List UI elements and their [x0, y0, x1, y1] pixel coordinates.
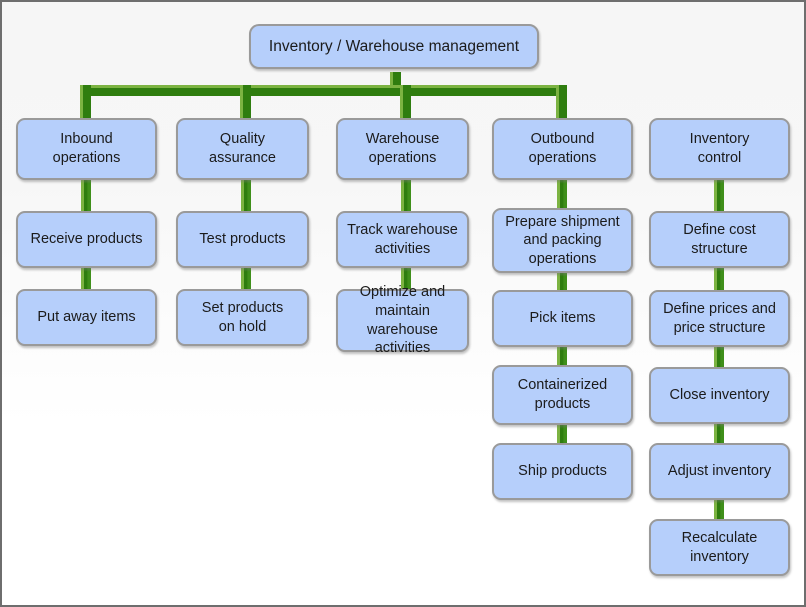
node-label: Test products [199, 231, 286, 248]
connector-bus-horizontal [80, 85, 567, 96]
node-outbound-item-0[interactable]: Prepare shipment and packing operations [492, 208, 633, 273]
node-inventory-control-item-2[interactable]: Close inventory [649, 367, 790, 424]
node-inbound-item-0[interactable]: Receive products [16, 211, 157, 268]
node-inventory-control-item-4[interactable]: Recalculate inventory [649, 519, 790, 576]
connector-inventory-4 [714, 423, 724, 445]
node-label: Receive products [30, 231, 143, 248]
connector-inventory-1 [714, 179, 724, 214]
node-inventory-control-item-1[interactable]: Define prices and price structure [649, 290, 790, 347]
node-label: Inbound operations [52, 131, 121, 166]
node-label: Optimize and maintain warehouse activiti… [359, 284, 446, 357]
connector-outbound-1 [557, 179, 567, 211]
node-label: Prepare shipment and packing operations [505, 213, 620, 267]
node-quality-header[interactable]: Quality assurance [176, 118, 309, 180]
node-label: Outbound operations [528, 131, 597, 166]
connector-inbound-1 [81, 179, 91, 214]
node-warehouse-item-1[interactable]: Optimize and maintain warehouse activiti… [336, 284, 469, 356]
node-warehouse-header[interactable]: Warehouse operations [336, 118, 469, 180]
node-label: Recalculate inventory [681, 529, 758, 565]
connector-inventory-3 [714, 346, 724, 368]
node-outbound-item-1[interactable]: Pick items [492, 290, 633, 347]
node-quality-item-0[interactable]: Test products [176, 211, 309, 268]
node-label: Adjust inventory [667, 463, 772, 480]
connector-bus-drop-quality [240, 85, 251, 120]
node-label: Ship products [518, 463, 607, 480]
node-quality-item-1[interactable]: Set products on hold [176, 289, 309, 346]
node-label: Track warehouse activities [347, 221, 458, 257]
node-label: Warehouse operations [365, 131, 440, 166]
node-outbound-header[interactable]: Outbound operations [492, 118, 633, 180]
node-label: Define prices and price structure [663, 300, 776, 336]
node-outbound-item-3[interactable]: Ship products [492, 443, 633, 500]
node-label: Inventory control [689, 131, 750, 166]
node-inbound-header[interactable]: Inbound operations [16, 118, 157, 180]
node-inventory-control-item-0[interactable]: Define cost structure [649, 211, 790, 268]
node-outbound-item-2[interactable]: Containerized products [492, 365, 633, 425]
connector-inventory-2 [714, 267, 724, 292]
connector-warehouse-1 [401, 179, 411, 214]
connector-outbound-4 [557, 424, 567, 444]
connector-bus-drop-warehouse [400, 85, 411, 120]
connector-bus-drop-outbound [556, 85, 567, 120]
node-root-label: Inventory / Warehouse management [268, 37, 520, 55]
node-root[interactable]: Inventory / Warehouse management [249, 24, 539, 69]
node-inbound-item-1[interactable]: Put away items [16, 289, 157, 346]
node-label: Close inventory [669, 387, 770, 404]
connector-bus-drop-inbound [80, 85, 91, 120]
connector-inventory-5 [714, 499, 724, 521]
node-label: Put away items [37, 309, 136, 326]
node-label: Quality assurance [209, 131, 276, 166]
node-warehouse-item-0[interactable]: Track warehouse activities [336, 211, 469, 268]
node-label: Containerized products [517, 377, 608, 412]
node-label: Define cost structure [683, 221, 756, 257]
connector-quality-1 [241, 179, 251, 214]
node-label: Set products on hold [201, 299, 284, 335]
diagram-canvas: Inventory / Warehouse management Inbound… [0, 0, 806, 607]
node-label: Pick items [529, 310, 596, 327]
node-inventory-control-item-3[interactable]: Adjust inventory [649, 443, 790, 500]
node-inventory-control-header[interactable]: Inventory control [649, 118, 790, 180]
